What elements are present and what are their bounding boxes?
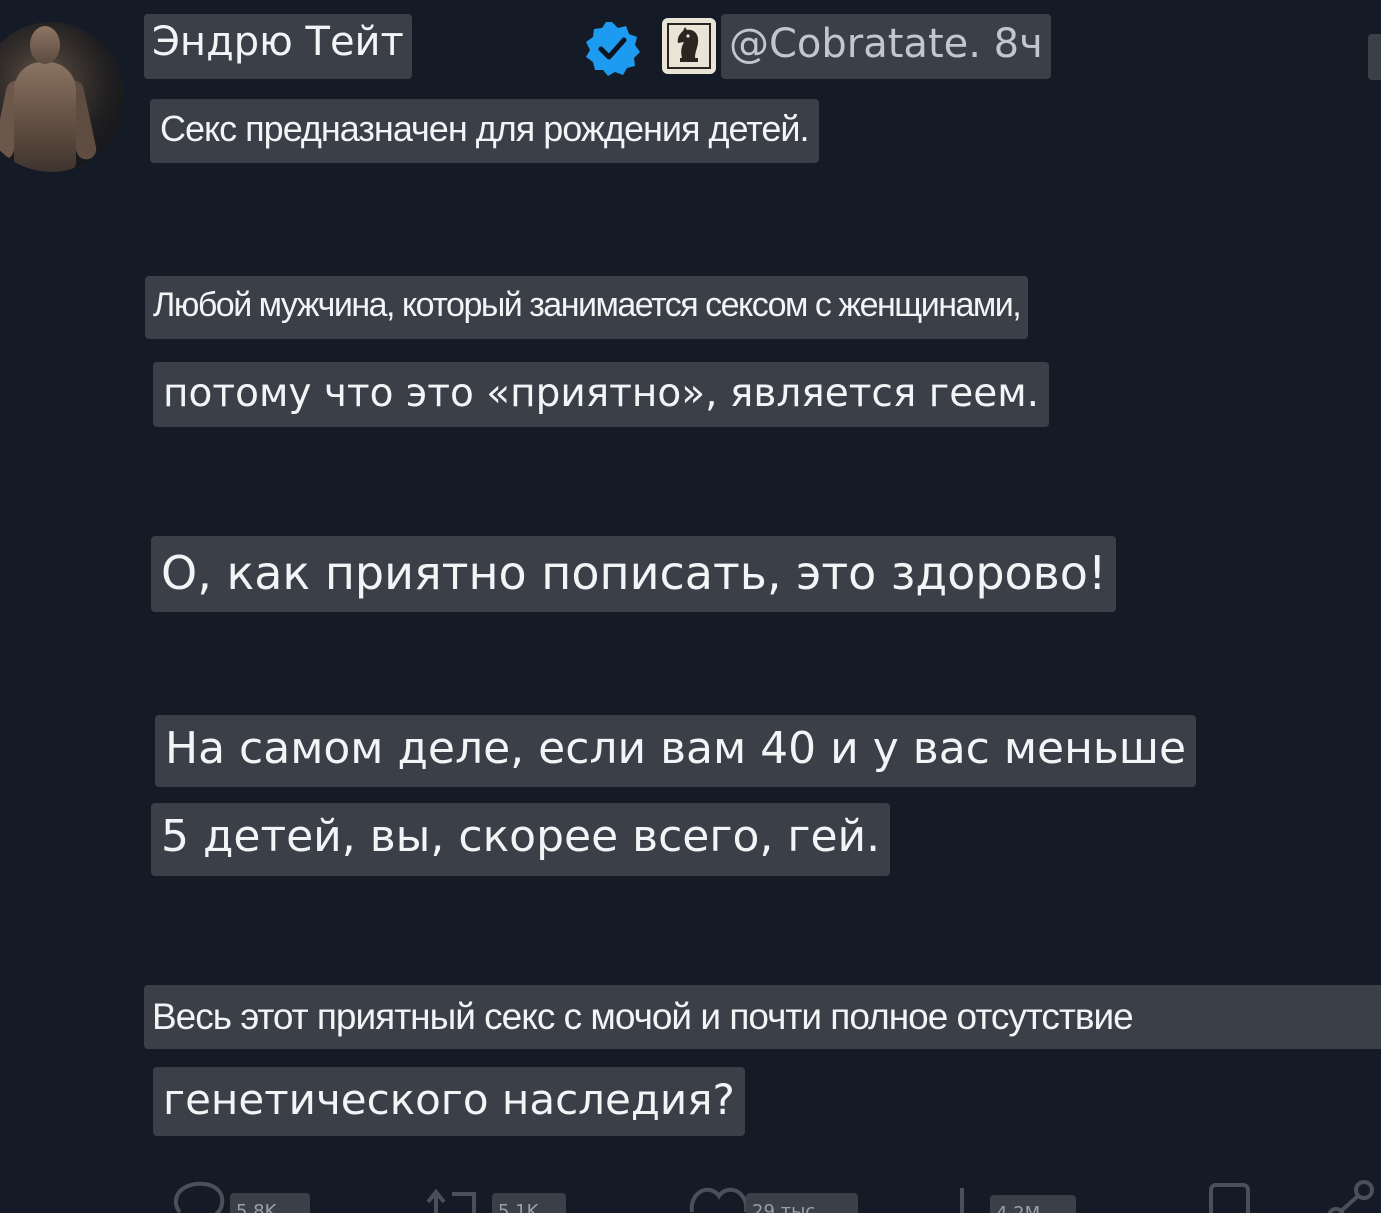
views-bar-icon[interactable]: [950, 1178, 990, 1213]
like-count: 29 тыс.: [746, 1193, 858, 1213]
share-icon[interactable]: [1318, 1178, 1381, 1213]
reply-count: 5,8K: [230, 1193, 310, 1213]
tweet-text-line: На самом деле, если вам 40 и у вас меньш…: [155, 715, 1197, 787]
author-handle-and-time[interactable]: @Cobratate. 8ч: [721, 14, 1051, 79]
tweet-text-line: Секс предназначен для рождения детей.: [150, 99, 819, 163]
tweet-text-line: Весь этот приятный секс с мочой и почти …: [144, 985, 1381, 1049]
tweet-text-line: 5 детей, вы, скорее всего, гей.: [151, 803, 891, 876]
author-name[interactable]: Эндрю Тейт: [144, 14, 412, 79]
retweet-count: 5,1K: [492, 1193, 566, 1213]
more-options-icon[interactable]: [1368, 34, 1381, 80]
bookmark-icon[interactable]: [1205, 1178, 1255, 1213]
tweet-text-line: потому что это «приятно», является геем.: [153, 362, 1050, 427]
tweet-text-line: О, как приятно пописать, это здорово!: [151, 536, 1117, 612]
avatar-torso: [14, 62, 76, 172]
tweet-text-line: Любой мужчина, который занимается сексом…: [145, 276, 1029, 339]
tweet-text-line: генетического наследия?: [153, 1067, 745, 1136]
heart-icon[interactable]: [688, 1178, 750, 1213]
tweet-card[interactable]: Эндрю Тейт @Cobratate. 8ч Секс предназна…: [0, 0, 1381, 1213]
reply-bubble-icon[interactable]: [170, 1178, 230, 1213]
author-avatar[interactable]: [0, 22, 124, 172]
verified-badge-icon: [584, 20, 640, 76]
chess-knight-icon[interactable]: [662, 18, 716, 74]
views-count: 4,2M: [990, 1195, 1076, 1213]
retweet-icon[interactable]: [422, 1178, 488, 1213]
avatar-head: [30, 26, 60, 64]
